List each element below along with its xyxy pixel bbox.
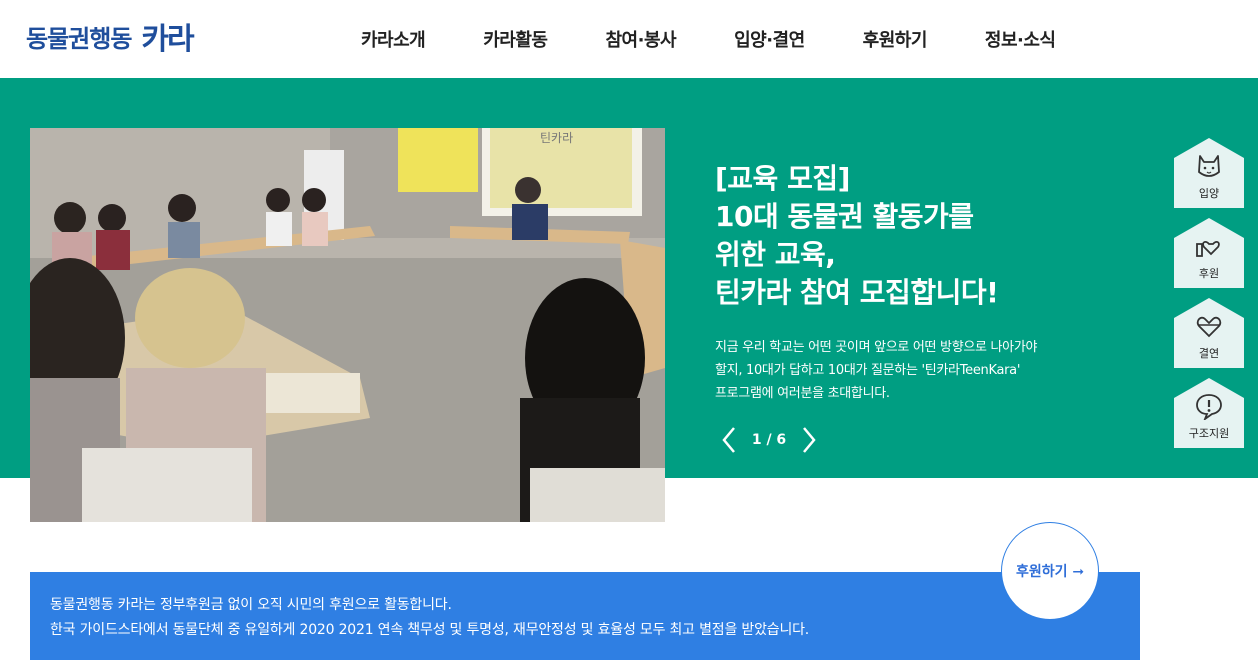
slide-description: 지금 우리 학교는 어떤 곳이며 앞으로 어떤 방향으로 나아가야 할지, 10… xyxy=(715,336,1135,405)
alert-bubble-icon xyxy=(1196,394,1222,420)
quick-rescue-button[interactable]: 구조지원 xyxy=(1174,378,1244,448)
next-slide-button[interactable] xyxy=(796,424,822,456)
slide-desc-line: 할지, 10대가 답하고 10대가 질문하는 '틴카라TeenKara' xyxy=(715,363,1021,378)
slide-title-line: [교육 모집] xyxy=(715,162,850,195)
quick-label-rescue: 구조지원 xyxy=(1188,427,1230,440)
slide-title-line: 10대 동물권 활동가를 xyxy=(715,200,974,233)
slide-title-line: 위한 교육, xyxy=(715,238,836,271)
nav-item-news[interactable]: 정보·소식 xyxy=(956,26,1085,52)
quick-donate-button[interactable]: 후원 xyxy=(1174,218,1244,288)
site-header: 동물권행동 카라 카라소개 카라활동 참여·봉사 입양·결연 후원하기 정보·소… xyxy=(0,0,1258,78)
slide-desc-line: 프로그램에 여러분을 초대합니다. xyxy=(715,386,890,401)
slide-desc-line: 지금 우리 학교는 어떤 곳이며 앞으로 어떤 방향으로 나아가야 xyxy=(715,340,1038,355)
main-nav: 카라소개 카라활동 참여·봉사 입양·결연 후원하기 정보·소식 xyxy=(332,0,1084,78)
heart-link-icon xyxy=(1196,316,1222,338)
cat-icon xyxy=(1198,155,1220,177)
quick-label-donate: 후원 xyxy=(1198,267,1220,280)
slide-counter: 1 / 6 xyxy=(751,432,787,448)
prev-slide-button[interactable] xyxy=(716,424,742,456)
nav-item-about[interactable]: 카라소개 xyxy=(332,26,454,52)
slide-title[interactable]: [교육 모집] 10대 동물권 활동가를 위한 교육, 틴카라 참여 모집합니다… xyxy=(715,160,1135,312)
slide-photo[interactable]: 틴카라 xyxy=(30,128,665,522)
support-text-line: 한국 가이드스타에서 동물단체 중 유일하게 2020 2021 연속 책무성 … xyxy=(50,622,810,638)
quick-label-adopt: 입양 xyxy=(1198,187,1220,200)
chevron-left-icon xyxy=(722,427,735,453)
support-text-line: 동물권행동 카라는 정부후원금 없이 오직 시민의 후원으로 활동합니다. xyxy=(50,597,452,613)
donate-button[interactable]: 후원하기 ➞ xyxy=(1001,522,1099,620)
photo-screen-text: 틴카라 xyxy=(540,131,573,145)
slide-pagination: 1 / 6 xyxy=(716,424,822,456)
nav-item-adoption[interactable]: 입양·결연 xyxy=(705,26,834,52)
quick-label-sponsor: 결연 xyxy=(1198,347,1220,360)
hand-heart-icon xyxy=(1196,240,1220,257)
quick-sponsor-button[interactable]: 결연 xyxy=(1174,298,1244,368)
nav-item-volunteer[interactable]: 참여·봉사 xyxy=(577,26,706,52)
quick-adopt-button[interactable]: 입양 xyxy=(1174,138,1244,208)
site-logo[interactable]: 동물권행동 카라 xyxy=(26,14,195,58)
support-banner: 동물권행동 카라는 정부후원금 없이 오직 시민의 후원으로 활동합니다. 한국… xyxy=(30,572,1140,660)
chevron-right-icon xyxy=(803,427,816,453)
nav-item-activities[interactable]: 카라활동 xyxy=(454,26,576,52)
logo-text: 동물권행동 xyxy=(26,24,132,53)
slide-title-line: 틴카라 참여 모집합니다! xyxy=(715,276,999,309)
nav-item-donate[interactable]: 후원하기 xyxy=(834,26,956,52)
logo-brand: 카라 xyxy=(141,22,194,57)
